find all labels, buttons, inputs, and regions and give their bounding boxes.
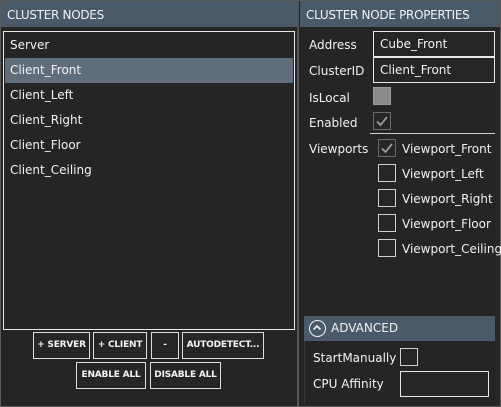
viewport-right-checkbox[interactable] xyxy=(378,189,396,207)
node-item-client-right[interactable]: Client_Right xyxy=(5,108,293,133)
viewport-floor-label: Viewport_Floor xyxy=(402,217,491,231)
address-label: Address xyxy=(309,38,357,52)
enabled-checkbox[interactable] xyxy=(373,112,391,130)
add-client-button[interactable]: + CLIENT xyxy=(93,332,147,359)
disable-all-button[interactable]: DISABLE ALL xyxy=(150,362,221,389)
viewport-ceiling-checkbox[interactable] xyxy=(378,239,396,257)
node-item-client-floor[interactable]: Client_Floor xyxy=(5,133,293,158)
viewports-label: Viewports xyxy=(309,142,369,156)
advanced-title: ADVANCED xyxy=(331,321,399,335)
viewport-floor-checkbox[interactable] xyxy=(378,214,396,232)
address-field[interactable]: Cube_Front xyxy=(373,31,495,57)
node-item-client-left[interactable]: Client_Left xyxy=(5,83,293,108)
node-item-server[interactable]: Server xyxy=(5,33,293,58)
viewport-ceiling-label: Viewport_Ceiling xyxy=(402,242,501,256)
cluster-nodes-header: CLUSTER NODES xyxy=(1,1,297,27)
cluster-nodes-title: CLUSTER NODES xyxy=(7,8,104,22)
node-item-client-ceiling[interactable]: Client_Ceiling xyxy=(5,158,293,183)
add-server-button[interactable]: + SERVER xyxy=(33,332,90,359)
node-properties-header: CLUSTER NODE PROPERTIES xyxy=(300,1,500,27)
islocal-checkbox[interactable] xyxy=(373,87,391,105)
panel-divider[interactable] xyxy=(297,1,299,406)
start-manually-checkbox[interactable] xyxy=(400,348,418,366)
viewport-right-label: Viewport_Right xyxy=(402,192,493,206)
clusterid-field[interactable]: Client_Front xyxy=(373,57,495,83)
node-properties-title: CLUSTER NODE PROPERTIES xyxy=(306,8,470,22)
node-item-client-front[interactable]: Client_Front xyxy=(5,58,293,83)
remove-node-button[interactable]: - xyxy=(151,332,179,359)
cpu-affinity-field[interactable] xyxy=(400,371,489,397)
viewport-front-label: Viewport_Front xyxy=(402,142,492,156)
advanced-section-toggle[interactable]: ADVANCED xyxy=(304,316,495,341)
viewport-front-checkbox[interactable] xyxy=(378,139,396,157)
viewport-left-checkbox[interactable] xyxy=(378,164,396,182)
cluster-node-list[interactable]: Server Client_Front Client_Left Client_R… xyxy=(3,31,295,330)
viewports-divider xyxy=(370,133,495,134)
enabled-label: Enabled xyxy=(309,116,358,130)
check-icon xyxy=(376,116,388,127)
autodetect-button[interactable]: AUTODETECT... xyxy=(182,332,264,359)
start-manually-label: StartManually xyxy=(313,351,397,365)
chevron-up-circle-icon xyxy=(309,320,326,337)
viewport-left-label: Viewport_Left xyxy=(402,167,484,181)
cpu-affinity-label: CPU Affinity xyxy=(313,377,384,391)
enable-all-button[interactable]: ENABLE ALL xyxy=(76,362,146,389)
check-icon xyxy=(381,143,393,154)
islocal-label: IsLocal xyxy=(309,91,350,105)
clusterid-label: ClusterID xyxy=(309,64,365,78)
